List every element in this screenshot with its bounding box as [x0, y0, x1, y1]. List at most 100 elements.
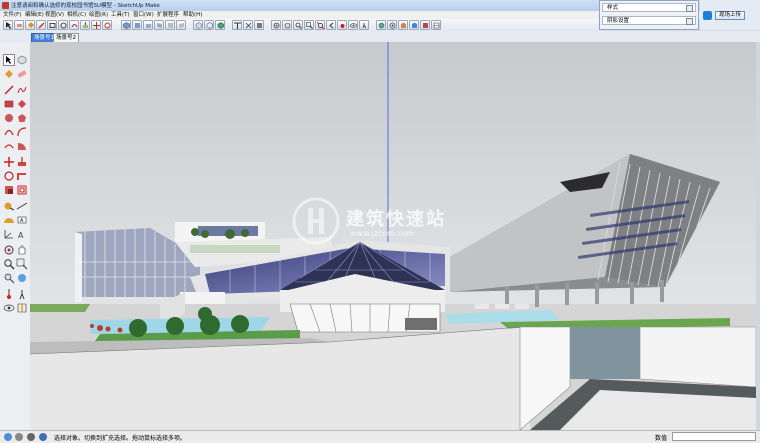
watermark-text: 建筑快速站 [346, 209, 446, 230]
menu-edit[interactable]: 编辑(E) [25, 11, 44, 19]
expand-arrow-icon[interactable] [686, 5, 693, 12]
tape-measure-icon[interactable] [3, 200, 15, 212]
status-bar: 选择对象。切换到扩充选择。拖动鼠标选择多项。 数值 [0, 430, 760, 443]
push-pull-icon[interactable] [80, 20, 90, 30]
follow-me-icon[interactable] [16, 170, 28, 182]
line-tool-icon[interactable] [36, 20, 46, 30]
look-around-icon[interactable] [348, 20, 358, 30]
user-icon[interactable] [27, 433, 35, 441]
previous-view-icon[interactable] [326, 20, 336, 30]
layout-icon[interactable] [431, 20, 441, 30]
section-fill-icon[interactable] [254, 20, 264, 30]
rectangle-icon[interactable] [3, 98, 15, 110]
front-view-icon[interactable] [143, 20, 153, 30]
line-icon[interactable] [3, 84, 15, 96]
measurements-input[interactable] [672, 432, 756, 441]
freehand-icon[interactable] [16, 84, 28, 96]
geo-location-icon[interactable] [376, 20, 386, 30]
right-view-icon[interactable] [154, 20, 164, 30]
polygon-icon[interactable] [16, 112, 28, 124]
menu-extensions[interactable]: 扩展程序 [157, 11, 179, 19]
zoom-extents-icon[interactable] [315, 20, 325, 30]
zoom-icon[interactable] [3, 258, 15, 270]
menu-camera[interactable]: 相机(C) [67, 11, 86, 19]
rotated-rectangle-icon[interactable] [16, 98, 28, 110]
arc-icon[interactable] [3, 126, 15, 138]
circle-icon[interactable] [3, 112, 15, 124]
three-point-arc-icon[interactable] [3, 140, 15, 152]
share-model-icon[interactable] [409, 20, 419, 30]
menu-tools[interactable]: 工具(T) [111, 11, 130, 19]
section-plane-icon[interactable] [16, 302, 28, 314]
eraser-icon[interactable] [14, 20, 24, 30]
circle-tool-icon[interactable] [58, 20, 68, 30]
eraser-icon[interactable] [16, 68, 28, 80]
walk-icon[interactable] [16, 288, 28, 300]
section-plane-icon[interactable] [232, 20, 242, 30]
left-view-icon[interactable] [176, 20, 186, 30]
cloud-icon [703, 11, 712, 20]
expand-arrow-icon[interactable] [686, 18, 693, 25]
zoom-window-icon[interactable] [16, 258, 28, 270]
right-edge-bar [756, 42, 760, 430]
orbit-icon[interactable] [271, 20, 281, 30]
previous-icon[interactable] [16, 272, 28, 284]
styles-label: 样式 [607, 5, 619, 11]
arc-tool-icon[interactable] [69, 20, 79, 30]
menu-file[interactable]: 文件(F) [3, 11, 21, 19]
section-cut-icon[interactable] [243, 20, 253, 30]
axes-icon[interactable] [3, 228, 15, 240]
styles-panel[interactable]: 样式 [602, 3, 696, 12]
paint-bucket-icon[interactable] [25, 20, 35, 30]
iso-view-icon[interactable] [121, 20, 131, 30]
menu-window[interactable]: 窗口(W) [133, 11, 154, 19]
shaded-textures-icon[interactable] [215, 20, 225, 30]
shadows-panel[interactable]: 阴影设置 [602, 16, 696, 25]
look-around-icon[interactable] [3, 302, 15, 314]
menu-help[interactable]: 帮助(H) [183, 11, 202, 19]
geo-location-icon[interactable] [4, 433, 12, 441]
3d-text-icon[interactable]: A [16, 228, 28, 240]
position-camera-icon[interactable] [3, 288, 15, 300]
photo-texture-icon[interactable] [387, 20, 397, 30]
walk-icon[interactable] [359, 20, 369, 30]
move-icon[interactable] [3, 156, 15, 168]
move-tool-icon[interactable] [91, 20, 101, 30]
scale-icon[interactable] [3, 184, 15, 196]
zoom-window-icon[interactable] [304, 20, 314, 30]
back-view-icon[interactable] [165, 20, 175, 30]
credits-icon[interactable] [15, 433, 23, 441]
pan-icon[interactable] [282, 20, 292, 30]
xray-style-icon[interactable] [193, 20, 203, 30]
protractor-icon[interactable] [3, 214, 15, 226]
pie-icon[interactable] [16, 140, 28, 152]
wireframe-style-icon[interactable] [204, 20, 214, 30]
rotate-icon[interactable] [3, 170, 15, 182]
main-toolbar [0, 19, 600, 31]
top-view-icon[interactable] [132, 20, 142, 30]
menu-draw[interactable]: 绘图(R) [89, 11, 108, 19]
paint-icon[interactable] [3, 68, 15, 80]
dimension-icon[interactable] [16, 200, 28, 212]
zoom-icon[interactable] [293, 20, 303, 30]
extension-warehouse-icon[interactable] [420, 20, 430, 30]
rectangle-tool-icon[interactable] [47, 20, 57, 30]
two-point-arc-icon[interactable] [16, 126, 28, 138]
position-camera-icon[interactable] [337, 20, 347, 30]
menu-view[interactable]: 视图(V) [45, 11, 64, 19]
select-icon[interactable] [3, 54, 15, 66]
select-tool-icon[interactable] [3, 20, 13, 30]
rotate-tool-icon[interactable] [102, 20, 112, 30]
orbit-icon[interactable] [3, 244, 15, 256]
help-icon[interactable] [39, 433, 47, 441]
zoom-extents-icon[interactable] [3, 272, 15, 284]
status-message: 选择对象。切换到扩充选择。拖动鼠标选择多项。 [54, 435, 187, 442]
offset-icon[interactable] [16, 184, 28, 196]
upload-button[interactable]: 现场上传 [715, 11, 745, 20]
component-icon[interactable] [16, 54, 28, 66]
svg-text:A: A [20, 218, 24, 224]
text-icon[interactable]: A [16, 214, 28, 226]
push-pull-icon[interactable] [16, 156, 28, 168]
3d-warehouse-icon[interactable] [398, 20, 408, 30]
pan-icon[interactable] [16, 244, 28, 256]
